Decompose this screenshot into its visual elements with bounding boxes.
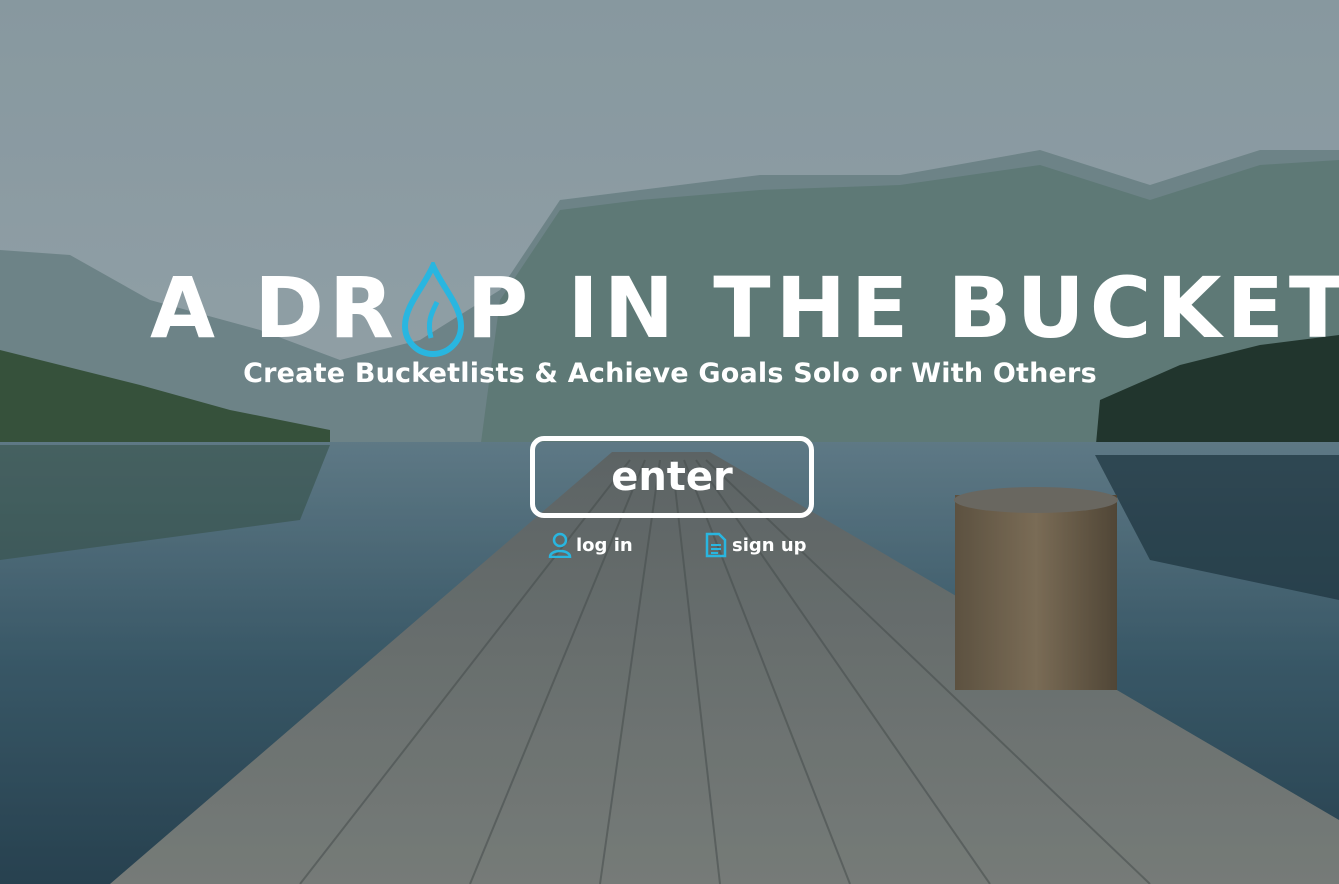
enter-button[interactable]: enter (530, 436, 814, 518)
signup-label: sign up (732, 534, 807, 556)
user-icon (548, 532, 572, 558)
signup-link[interactable]: sign up (704, 532, 807, 558)
login-label: log in (576, 534, 633, 556)
site-title: A DR P IN THE BUCKET (150, 258, 1339, 358)
tagline: Create Bucketlists & Achieve Goals Solo … (243, 358, 1097, 389)
title-text-start: A DR (150, 259, 399, 357)
title-text-end: P IN THE BUCKET (466, 259, 1339, 357)
water-drop-icon (401, 262, 465, 358)
login-link[interactable]: log in (548, 532, 633, 558)
enter-button-label: enter (611, 454, 733, 500)
document-icon (705, 532, 727, 558)
auth-links: log in sign up (0, 530, 1339, 560)
